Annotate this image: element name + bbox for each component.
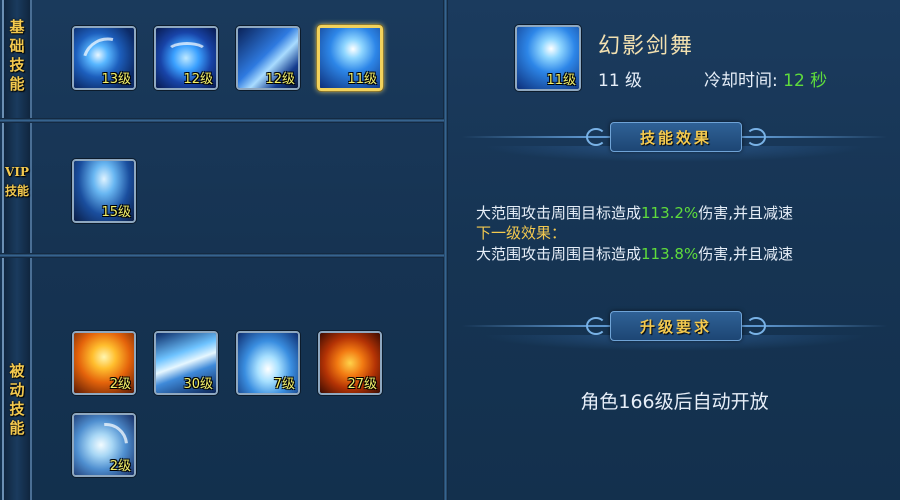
selected-skill-icon: 11级	[515, 25, 581, 91]
cloud-ornament-left-icon	[586, 317, 606, 335]
skill-slot-passive-5[interactable]: 2级	[72, 413, 136, 477]
effect-next: 大范围攻击周围目标造成113.8%伤害,并且减速	[476, 243, 793, 264]
unlock-requirement-text: 角色166级后自动开放	[580, 391, 769, 413]
effect-current: 大范围攻击周围目标造成113.2%伤害,并且减速	[476, 202, 793, 223]
basic-category-label: 基础技能	[9, 18, 25, 93]
cooldown-text: 冷却时间: 12 秒	[704, 66, 827, 91]
cooldown-label: 冷却时间:	[704, 71, 784, 91]
effect-current-prefix: 大范围攻击周围目标造成	[476, 204, 642, 222]
passive-category-label: 被动技能	[9, 362, 25, 437]
cloud-ornament-right-icon	[746, 317, 766, 335]
panel-divider	[443, 0, 448, 500]
cloud-ornament-right-icon	[746, 128, 766, 146]
skill-effect-title: 技能效果	[639, 129, 712, 147]
upgrade-requirement-title: 升级要求	[639, 318, 712, 336]
skill-level-label: 12级	[265, 72, 295, 87]
effect-next-pct: 113.8%	[641, 245, 699, 263]
effect-next-suffix: 伤害,并且减速	[698, 245, 793, 263]
next-level-label: 下一级效果：	[476, 224, 567, 242]
vortex-ring	[166, 42, 208, 62]
skill-slot-vip-1[interactable]: 15级	[72, 159, 136, 223]
skill-level-label: 2级	[109, 377, 131, 392]
skill-level-label: 30级	[183, 377, 213, 392]
skill-slot-passive-1[interactable]: 2级	[72, 331, 136, 395]
skill-level-label: 15级	[101, 205, 131, 220]
skill-level-label: 27级	[347, 377, 377, 392]
effect-current-suffix: 伤害,并且减速	[698, 204, 793, 222]
skill-level-text: 11 级	[598, 71, 643, 91]
skill-slot-passive-2[interactable]: 30级	[154, 331, 218, 395]
effect-next-prefix: 大范围攻击周围目标造成	[476, 245, 642, 263]
skill-level-label: 11级	[546, 73, 576, 88]
upgrade-requirement-header: 升级要求	[462, 309, 887, 351]
effect-current-pct: 113.2%	[641, 204, 699, 222]
skill-level-label: 7级	[273, 377, 295, 392]
skill-slot-passive-4[interactable]: 27级	[318, 331, 382, 395]
skill-slot-basic-3[interactable]: 12级	[236, 26, 300, 90]
skill-level-label: 2级	[109, 459, 131, 474]
skill-slot-basic-4[interactable]: 11级	[317, 25, 383, 91]
skill-level-label: 12级	[183, 72, 213, 87]
skill-name: 幻影剑舞	[598, 34, 695, 59]
skill-slot-basic-2[interactable]: 12级	[154, 26, 218, 90]
skill-level-label: 11级	[347, 72, 377, 87]
cooldown-value: 12 秒	[783, 71, 828, 91]
skill-slot-passive-3[interactable]: 7级	[236, 331, 300, 395]
section-divider	[0, 253, 444, 258]
skill-level-label: 13级	[101, 72, 131, 87]
skill-effect-header: 技能效果	[462, 120, 887, 162]
vip-category-label: VIP技能	[4, 165, 29, 198]
section-divider	[0, 118, 444, 123]
cloud-ornament-left-icon	[586, 128, 606, 146]
skill-slot-basic-1[interactable]: 13级	[72, 26, 136, 90]
